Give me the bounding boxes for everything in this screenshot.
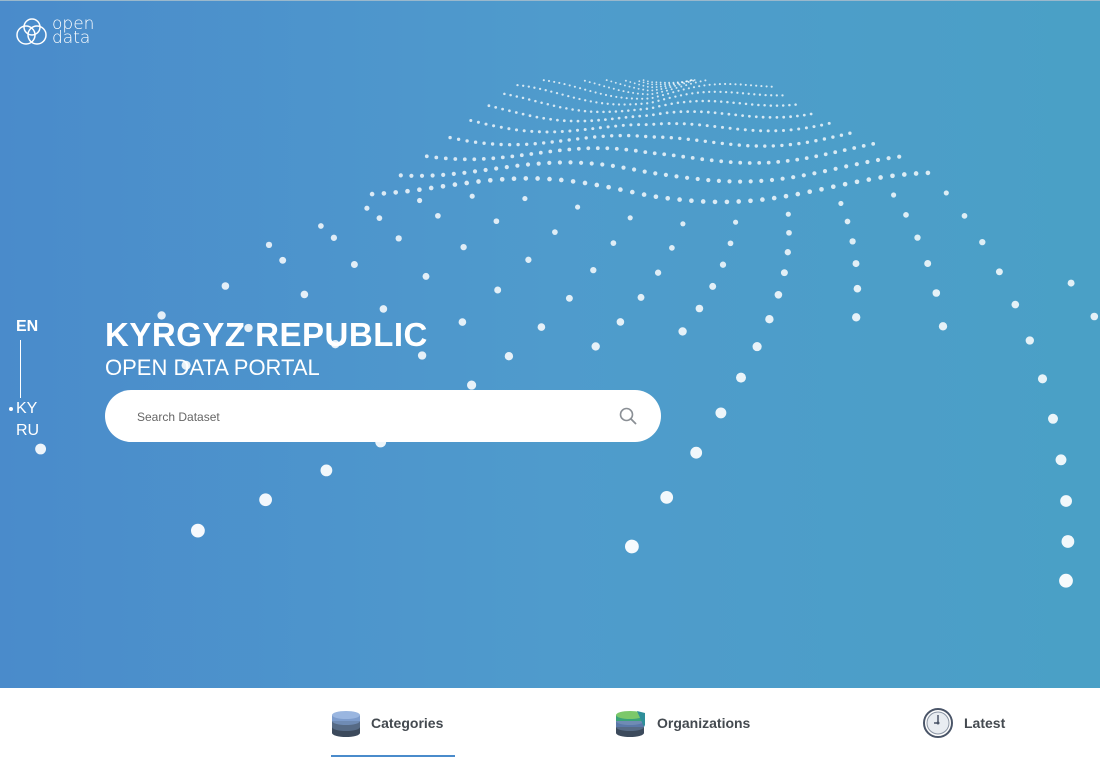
hero-section: open data EN KY RU KYRGYZ REPUBLIC OPEN … [0, 0, 1100, 688]
database-stack-icon [332, 710, 360, 737]
nav-label-categories: Categories [371, 714, 444, 731]
nav-item-organizations[interactable]: Organizations [615, 688, 750, 757]
language-ru[interactable]: RU [16, 422, 39, 440]
nav-item-latest[interactable]: Latest [922, 688, 1005, 757]
clock-icon [923, 707, 953, 738]
nav-item-categories[interactable]: Categories [331, 688, 443, 757]
language-ky[interactable]: KY [16, 400, 37, 418]
bottom-navigation: Categories Organizations Latest [0, 688, 1100, 757]
search-box [105, 390, 661, 442]
logo-circles-icon [16, 18, 47, 45]
nav-label-latest: Latest [964, 714, 1006, 731]
open-data-logo[interactable]: open data [16, 16, 94, 48]
page-title: KYRGYZ REPUBLIC [105, 316, 428, 353]
logo-wordmark: open data [52, 16, 94, 48]
page-subtitle: OPEN DATA PORTAL [105, 355, 320, 380]
language-divider [20, 340, 21, 398]
language-en[interactable]: EN [16, 318, 38, 336]
search-icon[interactable] [619, 407, 637, 425]
nav-label-organizations: Organizations [657, 714, 751, 731]
logo-line-data: data [52, 28, 91, 48]
colored-database-stack-icon [616, 710, 645, 737]
search-input[interactable] [135, 403, 599, 431]
language-switcher: EN KY RU [9, 318, 56, 448]
language-indicator-dot [9, 407, 13, 411]
